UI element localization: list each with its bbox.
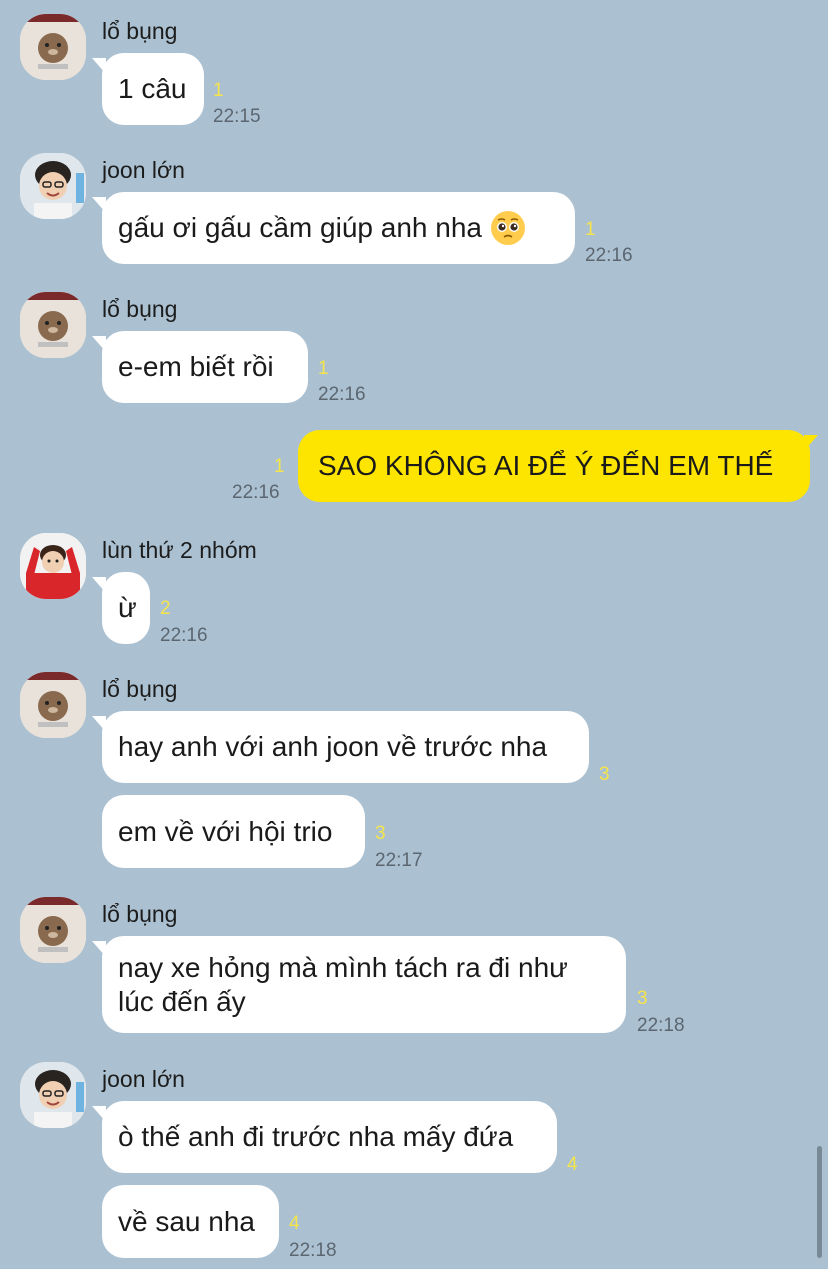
sender-name: lùn thứ 2 nhóm <box>102 537 257 563</box>
unread-count: 2 <box>160 598 171 619</box>
message-bubble[interactable]: e-em biết rồi <box>102 331 308 403</box>
unread-count: 1 <box>213 80 224 101</box>
scrollbar[interactable] <box>817 1146 822 1258</box>
pleading-face-icon <box>490 210 526 246</box>
message-bubble[interactable]: em về với hội trio <box>102 795 365 868</box>
sender-name: lổ bụng <box>102 296 178 322</box>
avatar-lo-bung[interactable] <box>20 672 86 738</box>
avatar-joon-lon[interactable] <box>20 153 86 219</box>
sender-name: lổ bụng <box>102 901 178 927</box>
message-bubble[interactable]: hay anh với anh joon về trước nha <box>102 711 589 783</box>
avatar-joon-lon[interactable] <box>20 1062 86 1128</box>
message-time: 22:17 <box>375 850 423 871</box>
avatar-lo-bung[interactable] <box>20 292 86 358</box>
sender-name: joon lớn <box>102 1066 185 1092</box>
sender-name: lổ bụng <box>102 676 178 702</box>
message-bubble-outgoing[interactable]: SAO KHÔNG AI ĐỂ Ý ĐẾN EM THẾ <box>298 430 810 502</box>
message-bubble[interactable]: ò thế anh đi trước nha mấy đứa <box>102 1101 557 1173</box>
message-bubble[interactable]: gấu ơi gấu cầm giúp anh nha <box>102 192 575 264</box>
unread-count: 4 <box>289 1213 300 1234</box>
message-bubble[interactable]: 1 câu <box>102 53 204 125</box>
unread-count: 1 <box>274 456 285 477</box>
message-bubble[interactable]: nay xe hỏng mà mình tách ra đi như lúc đ… <box>102 936 626 1033</box>
unread-count: 3 <box>375 823 386 844</box>
avatar-lun-thu-2[interactable] <box>20 533 86 599</box>
sender-name: joon lớn <box>102 157 185 183</box>
unread-count: 4 <box>567 1154 578 1175</box>
message-time: 22:16 <box>232 482 280 503</box>
message-time: 22:15 <box>213 106 261 127</box>
message-time: 22:18 <box>637 1015 685 1036</box>
message-time: 22:16 <box>160 625 208 646</box>
unread-count: 1 <box>318 358 329 379</box>
bubble-tail <box>804 435 818 451</box>
unread-count: 3 <box>599 764 610 785</box>
sender-name: lổ bụng <box>102 18 178 44</box>
unread-count: 3 <box>637 988 648 1009</box>
avatar-lo-bung[interactable] <box>20 14 86 80</box>
message-text: gấu ơi gấu cầm giúp anh nha <box>118 212 482 243</box>
message-time: 22:16 <box>318 384 366 405</box>
message-time: 22:16 <box>585 245 633 266</box>
message-bubble[interactable]: về sau nha <box>102 1185 279 1258</box>
message-time: 22:18 <box>289 1240 337 1261</box>
message-bubble[interactable]: ừ <box>102 572 150 644</box>
unread-count: 1 <box>585 219 596 240</box>
avatar-lo-bung[interactable] <box>20 897 86 963</box>
